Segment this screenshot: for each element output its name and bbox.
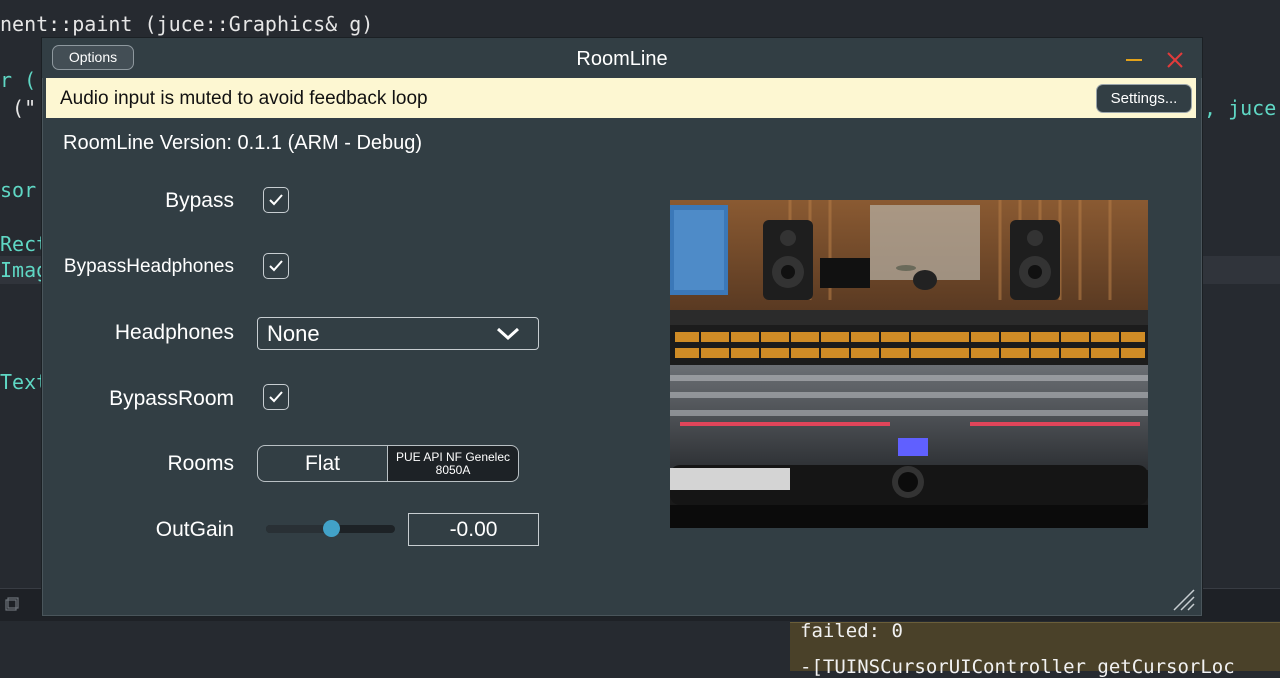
console-line: -[TUINSCursorUIController getCursorLoc <box>800 656 1235 678</box>
room-option-flat[interactable]: Flat <box>257 445 388 482</box>
minimize-icon[interactable] <box>1124 49 1144 69</box>
editor-line-paint: nent::paint (juce::Graphics& g) <box>0 12 374 36</box>
outgain-value-box[interactable]: -0.00 <box>408 513 539 546</box>
editor-fragment-juce: , juce <box>1204 96 1277 120</box>
outgain-slider-thumb[interactable] <box>322 520 340 537</box>
chevron-down-icon <box>496 327 520 341</box>
headphones-label: Headphones <box>114 321 234 344</box>
title-bar[interactable]: Options RoomLine <box>42 38 1202 78</box>
outgain-slider-fill <box>266 525 331 533</box>
plugin-window: Options RoomLine Audio input is muted to… <box>41 37 1203 617</box>
room-option-genelec[interactable]: PUE API NF Genelec 8050A <box>388 445 519 482</box>
resize-grip-icon[interactable] <box>1172 588 1196 612</box>
headphones-selected-value: None <box>267 321 320 346</box>
checkmark-icon <box>269 260 283 272</box>
editor-fragment-quote: (" <box>0 96 37 120</box>
studio-room-image <box>670 200 1148 528</box>
bypass-room-checkbox[interactable] <box>263 384 289 410</box>
layers-icon[interactable] <box>4 596 20 612</box>
editor-fragment-r: r ( <box>0 68 37 92</box>
outgain-label: OutGain <box>155 518 234 541</box>
editor-fragment-sor: sor <box>0 178 37 202</box>
version-label: RoomLine Version: 0.1.1 (ARM - Debug) <box>63 132 423 154</box>
checkmark-icon <box>269 391 283 403</box>
bypass-headphones-checkbox[interactable] <box>263 253 289 279</box>
close-icon[interactable] <box>1164 49 1186 71</box>
banner-message: Audio input is muted to avoid feedback l… <box>60 88 428 109</box>
feedback-warning-banner: Audio input is muted to avoid feedback l… <box>46 78 1196 118</box>
outgain-slider[interactable] <box>266 520 395 537</box>
console-line: failed: 0 <box>800 620 903 642</box>
bypass-room-label: BypassRoom <box>109 387 234 410</box>
bypass-headphones-label: BypassHeadphones <box>63 256 234 277</box>
settings-button[interactable]: Settings... <box>1096 84 1192 113</box>
bypass-checkbox[interactable] <box>263 187 289 213</box>
bypass-label: Bypass <box>165 189 234 212</box>
headphones-dropdown[interactable]: None <box>257 317 539 350</box>
window-title: RoomLine <box>576 48 668 70</box>
checkmark-icon <box>269 194 283 206</box>
rooms-label: Rooms <box>167 452 234 475</box>
